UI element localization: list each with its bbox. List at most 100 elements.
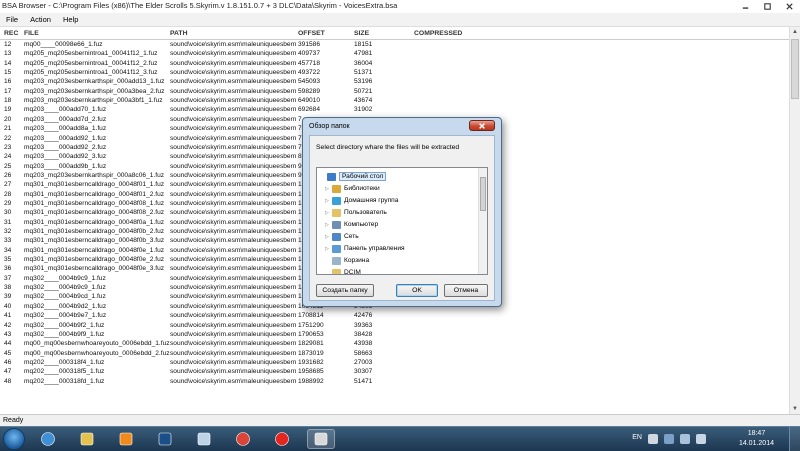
menu-bar: File Action Help	[0, 13, 800, 27]
explorer-icon	[80, 432, 94, 446]
clock[interactable]: 18:47 14.01.2014	[739, 429, 774, 449]
show-desktop-button[interactable]	[789, 427, 800, 451]
table-row[interactable]: 48 mq202____000318fd_1.fuz sound\voice\sky…	[0, 377, 790, 386]
tree-item-label: DCIM	[344, 269, 361, 275]
folder-tree[interactable]: Рабочий стол ▷ Библиотеки ▷ Домашняя группа ▷…	[316, 167, 488, 275]
taskbar-button[interactable]	[73, 429, 101, 449]
menu-action[interactable]: Action	[24, 13, 57, 26]
cell-file: mq302____0004b9f2_1.fuz	[24, 321, 105, 329]
cell-rec: 18	[4, 97, 12, 105]
close-button[interactable]	[778, 0, 800, 13]
cell-path: sound\voice\skyrim.esm\maleuniqueesbern	[170, 106, 297, 114]
column-header-rec[interactable]: REC	[4, 30, 18, 37]
tree-item[interactable]: Корзина	[325, 255, 369, 266]
tree-item[interactable]: ▷ Библиотеки	[325, 183, 380, 194]
table-row[interactable]: 17 mq203_mq203esbernkarthspir_000a3bea_2.…	[0, 87, 790, 96]
cell-file: mq00_mq00esbernwhoareyouto_0006ebdd_1.fu…	[24, 340, 170, 348]
tree-item[interactable]: ▷ Домашняя группа	[325, 195, 398, 206]
minimize-button[interactable]	[734, 0, 756, 13]
tree-scrollbar-thumb[interactable]	[480, 177, 486, 211]
table-row[interactable]: 41 mq302____0004b9e7_1.fuz sound\voice\sky…	[0, 311, 790, 320]
table-row[interactable]: 43 mq302____0004b9f9_1.fuz sound\voice\sky…	[0, 330, 790, 339]
list-scrollbar[interactable]: ▲ ▼	[789, 27, 800, 414]
cell-path: sound\voice\skyrim.esm\maleuniqueesbern	[170, 340, 297, 348]
column-header-file[interactable]: FILE	[24, 30, 39, 37]
cancel-button[interactable]: Отмена	[444, 284, 488, 297]
tree-item[interactable]: ▷ Пользователь	[325, 207, 387, 218]
tree-item[interactable]: DCIM	[325, 267, 361, 275]
cell-rec: 19	[4, 106, 12, 114]
cell-file: mq00____00098e66_1.fuz	[24, 41, 103, 48]
cell-path: sound\voice\skyrim.esm\maleuniqueesbern	[170, 134, 297, 142]
new-folder-button[interactable]: Создать папку	[316, 284, 374, 297]
expand-arrow-icon[interactable]: ▷	[325, 210, 332, 216]
column-header-compressed[interactable]: COMPRESSED	[414, 30, 462, 37]
expand-arrow-icon[interactable]: ▷	[325, 246, 332, 252]
table-row[interactable]: 12 mq00____00098e66_1.fuz sound\voice\skyr…	[0, 40, 790, 49]
column-header-size[interactable]: SIZE	[354, 30, 369, 37]
taskbar-button[interactable]	[268, 429, 296, 449]
volume-icon[interactable]	[696, 434, 706, 444]
table-row[interactable]: 16 mq203_mq203esbernkarthspir_000add13_1.…	[0, 77, 790, 86]
cell-path: sound\voice\skyrim.esm\maleuniqueesbern	[170, 246, 297, 254]
table-row[interactable]: 47 mq202____000318f5_1.fuz sound\voice\sky…	[0, 367, 790, 376]
ok-button[interactable]: OK	[396, 284, 438, 297]
tree-item[interactable]: ▷ Сеть	[325, 231, 359, 242]
tree-item[interactable]: Рабочий стол	[320, 171, 387, 182]
dialog-close-button[interactable]	[469, 120, 495, 131]
scroll-down-icon[interactable]: ▼	[790, 404, 800, 414]
action-center-icon[interactable]	[664, 434, 674, 444]
cell-path: sound\voice\skyrim.esm\maleuniqueesbern	[170, 97, 297, 105]
computer-icon	[332, 220, 341, 229]
table-row[interactable]: 45 mq00_mq00esbernwhoareyouto_0006ebdd_2.…	[0, 349, 790, 358]
table-row[interactable]: 19 mq203____000add70_1.fuz sound\voice\sky…	[0, 105, 790, 114]
expand-arrow-icon[interactable]: ▷	[325, 234, 332, 240]
calculator-icon	[197, 432, 211, 446]
cell-file: mq301_mq301esberncalldrago_00048f0b_3.fu…	[24, 237, 165, 245]
table-row[interactable]: 13 mq205_mq205esbernintroa1_00041f12_1.fu…	[0, 49, 790, 58]
column-header-path[interactable]: PATH	[170, 30, 188, 37]
table-row[interactable]: 14 mq205_mq205esbernintroa1_00041f12_2.fu…	[0, 59, 790, 68]
expand-arrow-icon[interactable]: ▷	[325, 222, 332, 228]
title-bar: BSA Browser - C:\Program Files (x86)\The…	[0, 0, 800, 14]
cell-file: mq302____0004b9f9_1.fuz	[24, 330, 105, 338]
start-button[interactable]	[3, 428, 25, 450]
table-row[interactable]: 42 mq302____0004b9f2_1.fuz sound\voice\sky…	[0, 321, 790, 330]
network-icon[interactable]	[680, 434, 690, 444]
menu-help[interactable]: Help	[57, 13, 84, 26]
taskbar-button[interactable]	[229, 429, 257, 449]
table-row[interactable]: 18 mq203_mq203esbernkarthspir_000a3bf1_1.…	[0, 96, 790, 105]
maximize-button[interactable]	[756, 0, 778, 13]
table-row[interactable]: 44 mq00_mq00esbernwhoareyouto_0006ebdd_1.…	[0, 339, 790, 348]
table-row[interactable]: 15 mq205_mq205esbernintroa1_00041f12_3.fu…	[0, 68, 790, 77]
taskbar-button[interactable]	[307, 429, 335, 449]
cell-size: 43674	[354, 97, 373, 105]
cell-file: mq302____0004b9c9_1.fuz	[24, 284, 106, 292]
cell-size: 53196	[354, 78, 373, 86]
tree-item[interactable]: ▷ Панель управления	[325, 243, 405, 254]
tree-scrollbar[interactable]	[478, 168, 487, 274]
cell-file: mq302____0004b9e7_1.fuz	[24, 312, 107, 320]
expand-arrow-icon[interactable]: ▷	[325, 186, 332, 192]
taskbar-button[interactable]	[190, 429, 218, 449]
scroll-up-icon[interactable]: ▲	[790, 27, 800, 37]
menu-file[interactable]: File	[0, 13, 24, 26]
table-row[interactable]: 46 mq202____000318f4_1.fuz sound\voice\sky…	[0, 358, 790, 367]
cell-rec: 37	[4, 274, 12, 282]
cell-path: sound\voice\skyrim.esm\maleuniqueesbern	[170, 190, 297, 198]
cell-file: mq203_mq203esbernkarthspir_000add13_1.fu…	[24, 78, 165, 86]
tray-arrow-icon[interactable]	[648, 434, 658, 444]
language-indicator[interactable]: EN	[632, 434, 642, 441]
network-icon	[332, 232, 341, 241]
expand-arrow-icon[interactable]: ▷	[325, 198, 332, 204]
taskbar-button[interactable]	[151, 429, 179, 449]
scrollbar-thumb[interactable]	[791, 39, 799, 99]
cell-file: mq202____000318f4_1.fuz	[24, 358, 105, 366]
dialog-body: Select directory whare the files will be…	[309, 135, 495, 301]
tree-item[interactable]: ▷ Компьютер	[325, 219, 378, 230]
taskbar-button[interactable]	[112, 429, 140, 449]
taskbar-button[interactable]	[34, 429, 62, 449]
cell-offset: 649010	[298, 97, 321, 105]
column-header-offset[interactable]: OFFSET	[298, 30, 325, 37]
cell-path: sound\voice\skyrim.esm\maleuniqueesbern	[170, 69, 297, 77]
